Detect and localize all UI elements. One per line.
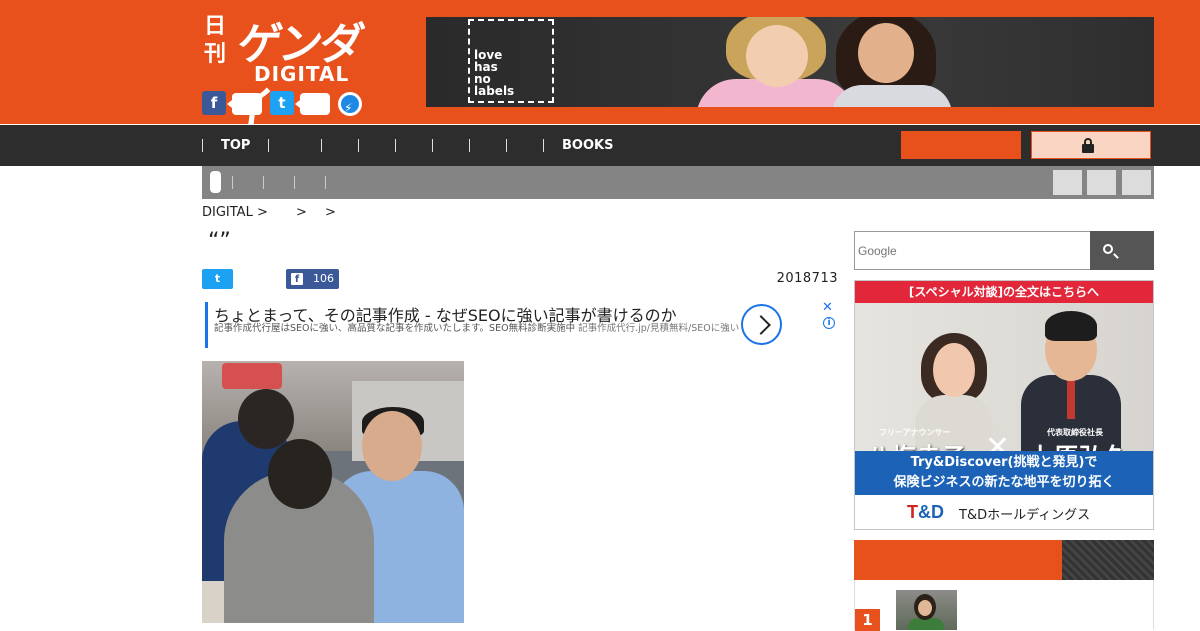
search-input[interactable]	[855, 232, 1091, 269]
sidebar-ad-photo: フリーアナウンサー 代表取締役社長 八塩圭子 ✕ 上原弘久	[855, 303, 1153, 471]
article-photo	[202, 361, 464, 623]
facebook-icon[interactable]: f	[202, 91, 226, 115]
banner-ad[interactable]: love has no labels	[426, 17, 1154, 107]
nav-separator	[432, 139, 433, 152]
nav-item-books[interactable]: BOOKS	[562, 125, 613, 166]
close-icon[interactable]: ✕	[822, 300, 833, 315]
photo-person-back	[224, 439, 374, 623]
nav-separator	[395, 139, 396, 152]
banner-child-left	[696, 17, 856, 107]
text-ad-description: 記事作成代行屋はSEOに強い、高品質な記事を作成いたします。SEO無料診断実施中…	[214, 322, 742, 335]
article-date: 2018713	[776, 271, 838, 286]
sidebar-ad-brand: T&D T&Dホールディングス	[855, 495, 1153, 529]
brand-name: T&Dホールディングス	[959, 508, 1091, 523]
site-header: 日刊 ゲンダイ DIGITAL f t ⚡ love has no labels	[0, 0, 1200, 134]
text-ad-url[interactable]: 記事作成代行.jp/見積無料/SEOに強い	[578, 323, 739, 334]
breadcrumb-item[interactable]: >	[296, 205, 307, 220]
breadcrumb-item[interactable]: >	[325, 205, 336, 220]
nav-separator	[268, 139, 269, 152]
messenger-icon[interactable]: ⚡	[338, 92, 362, 116]
ranking-list: 1	[854, 580, 1154, 631]
nav-separator	[358, 139, 359, 152]
nav-separator	[321, 139, 322, 152]
nav-separator	[543, 139, 544, 152]
ranking-tab-inactive[interactable]	[1062, 540, 1154, 580]
register-button[interactable]	[901, 131, 1021, 159]
tagline-line-2: 保険ビジネスの新たな地平を切り拓く	[893, 475, 1115, 490]
nav-separator	[506, 139, 507, 152]
tagline-line-1: Try&Discover(挑戦と発見)で	[910, 455, 1098, 470]
sub-nav-square-button[interactable]	[1122, 170, 1151, 195]
sub-nav-separator	[294, 176, 295, 189]
nav-item-top[interactable]: TOP	[221, 125, 250, 166]
search-button[interactable]	[1090, 231, 1154, 270]
sub-nav	[202, 166, 1154, 199]
sidebar-ad[interactable]: [スペシャル対談]の全文はこちらへ フリーアナウンサー 代表取締役社長 八塩圭子…	[854, 280, 1154, 530]
breadcrumb-item[interactable]: DIGITAL >	[202, 205, 268, 220]
search-icon	[1103, 244, 1113, 254]
facebook-share-count: 106	[313, 272, 334, 285]
twitter-share-button[interactable]: t	[202, 269, 233, 289]
site-logo[interactable]: 日刊 ゲンダイ DIGITAL	[204, 10, 384, 134]
ranking-thumbnail[interactable]	[896, 590, 957, 630]
main-nav: TOP BOOKS	[0, 125, 1200, 166]
logo-kan: 日刊	[204, 13, 227, 67]
sub-nav-square-button[interactable]	[1053, 170, 1082, 195]
article-title: “”	[208, 229, 231, 254]
text-ad[interactable]: ちょとまって、その記事作成 - なぜSEOに強い記事が書けるのか 記事作成代行屋…	[205, 300, 835, 348]
breadcrumb: DIGITAL > > >	[202, 205, 350, 220]
sub-nav-separator	[232, 176, 233, 189]
sub-nav-square-button[interactable]	[1087, 170, 1116, 195]
ranking-tab-active[interactable]	[854, 540, 1062, 580]
facebook-count-bubble	[227, 93, 262, 115]
facebook-share-button[interactable]: f 106	[286, 269, 339, 289]
banner-label: love has no labels	[474, 48, 515, 98]
sidebar-ad-header: [スペシャル対談]の全文はこちらへ	[855, 281, 1153, 303]
brand-mark-t: T	[907, 502, 918, 522]
lock-icon	[1082, 138, 1094, 153]
login-button[interactable]	[1031, 131, 1151, 159]
facebook-icon: f	[291, 273, 303, 285]
info-icon[interactable]: i	[823, 317, 835, 329]
sub-nav-separator	[325, 176, 326, 189]
nav-separator	[202, 139, 203, 152]
brand-mark-d: &D	[918, 502, 944, 522]
messenger-glyph: ⚡	[344, 101, 353, 115]
site-search	[854, 231, 1154, 270]
chevron-right-icon[interactable]	[741, 304, 782, 345]
banner-child-right	[832, 17, 952, 107]
brand-logo: T&D	[907, 502, 944, 523]
logo-digital: DIGITAL	[254, 62, 350, 86]
ranking-header	[854, 540, 1154, 580]
twitter-icon: t	[214, 272, 221, 285]
ranking-number: 1	[855, 609, 880, 631]
twitter-icon[interactable]: t	[270, 91, 294, 115]
text-ad-body: 記事作成代行屋はSEOに強い、高品質な記事を作成いたします。SEO無料診断実施中	[214, 323, 576, 334]
nav-separator	[469, 139, 470, 152]
sub-nav-indicator[interactable]	[210, 171, 221, 193]
sidebar-ad-tagline: Try&Discover(挑戦と発見)で 保険ビジネスの新たな地平を切り拓く	[855, 451, 1153, 495]
twitter-count-bubble	[295, 93, 330, 115]
sub-nav-separator	[263, 176, 264, 189]
